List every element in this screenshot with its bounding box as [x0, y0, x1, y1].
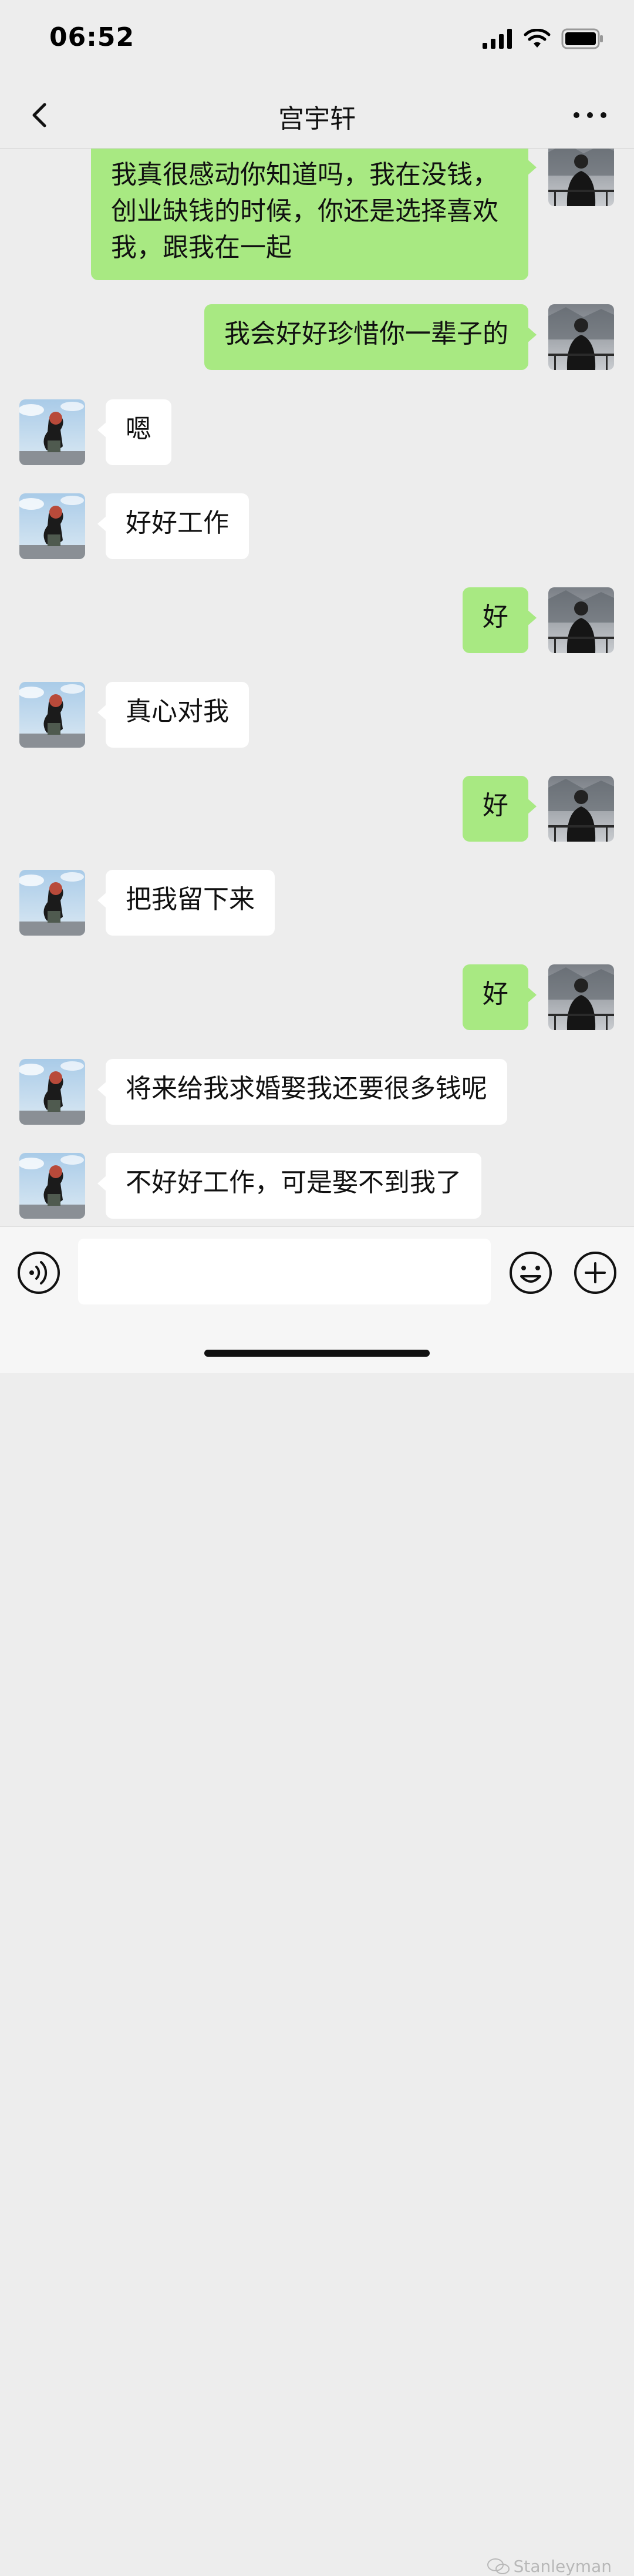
watermark: Stanleyman	[487, 2557, 612, 2576]
plus-icon[interactable]	[573, 1250, 618, 1295]
avatar-self[interactable]	[548, 304, 614, 370]
signal-icon	[483, 29, 512, 49]
avatar-other[interactable]	[19, 1059, 85, 1125]
status-bar: 06:52	[0, 0, 634, 82]
message-bubble-other[interactable]: 好好工作	[97, 493, 249, 559]
avatar-other[interactable]	[19, 399, 85, 465]
status-icons	[483, 26, 603, 52]
avatar-other[interactable]	[19, 1153, 85, 1219]
message-bubble-other[interactable]: 不好好工作，可是娶不到我了	[97, 1153, 481, 1219]
message-bubble-self[interactable]: 好	[463, 776, 537, 842]
avatar-other[interactable]	[19, 493, 85, 559]
message-input[interactable]	[78, 1239, 491, 1304]
avatar-other[interactable]	[19, 682, 85, 748]
avatar-self[interactable]	[548, 587, 614, 653]
message-bubble-self[interactable]: 好	[463, 587, 537, 653]
avatar-other[interactable]	[19, 870, 85, 936]
chat-header: 宫宇轩	[0, 82, 634, 149]
message-bubble-other[interactable]: 嗯	[97, 399, 171, 465]
watermark-text: Stanleyman	[513, 2557, 612, 2576]
wechat-logo-icon	[487, 2558, 510, 2574]
message-bubble-other[interactable]: 把我留下来	[97, 870, 275, 936]
avatar-self[interactable]	[548, 776, 614, 842]
wifi-icon	[524, 29, 551, 48]
home-indicator[interactable]	[204, 1350, 430, 1357]
message-bubble-other[interactable]: 将来给我求婚娶我还要很多钱呢	[97, 1059, 507, 1125]
message-bubble-self[interactable]: 我会好好珍惜你一辈子的	[204, 304, 537, 370]
more-dots-icon[interactable]	[569, 97, 611, 133]
message-bubble-self[interactable]: 我真很感动你知道吗，我在没钱，创业缺钱的时候，你还是选择喜欢我，跟我在一起	[91, 149, 537, 280]
message-bubble-other[interactable]: 真心对我	[97, 682, 249, 748]
avatar-self[interactable]	[548, 149, 614, 206]
message-bubble-self[interactable]: 好	[463, 964, 537, 1030]
chat-title: 宫宇轩	[278, 104, 356, 134]
chat-message-list[interactable]: 我真很感动你知道吗，我在没钱，创业缺钱的时候，你还是选择喜欢我，跟我在一起 我会…	[0, 149, 634, 1225]
voice-icon[interactable]	[16, 1250, 61, 1295]
battery-icon	[561, 28, 603, 49]
status-time: 06:52	[49, 22, 135, 52]
avatar-self[interactable]	[548, 964, 614, 1030]
emoji-icon[interactable]	[508, 1250, 553, 1295]
